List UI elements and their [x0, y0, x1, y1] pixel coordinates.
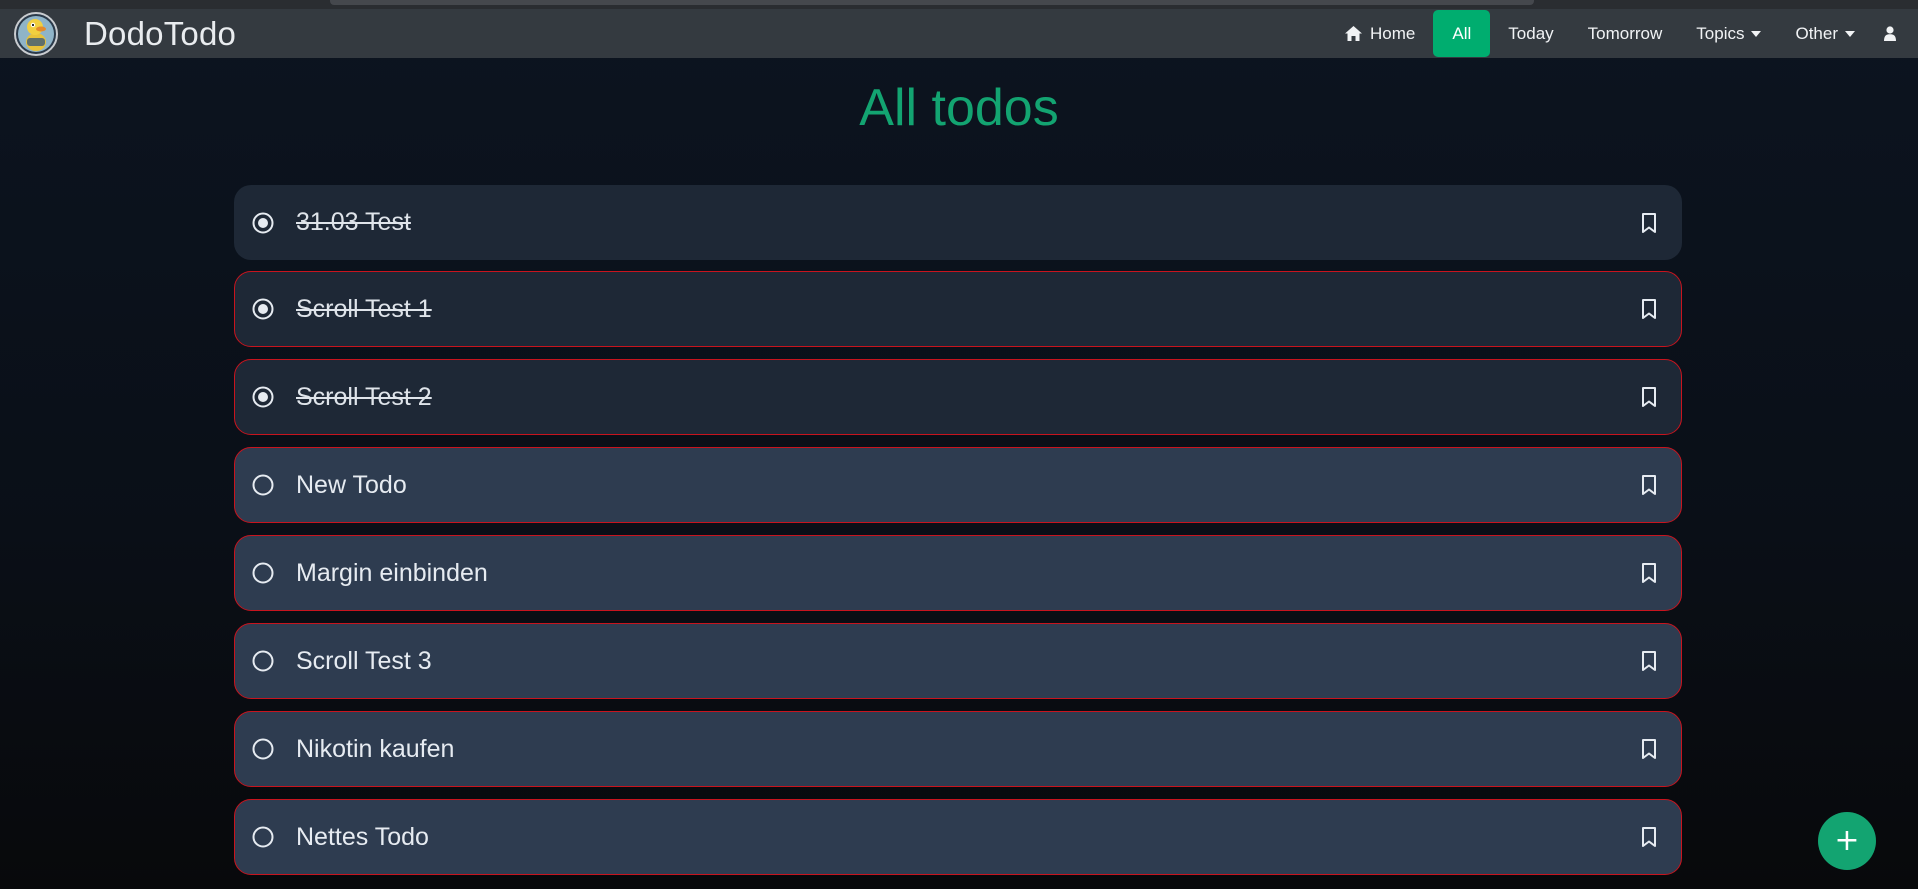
- bookmark-icon[interactable]: [1639, 826, 1659, 848]
- todo-label: Scroll Test 3: [296, 646, 432, 675]
- todo-list: 31.03 Test Scroll Test 1 Scroll Test 2 N…: [234, 185, 1682, 887]
- brand-name[interactable]: DodoTodo: [84, 16, 236, 52]
- radio-unchecked-icon[interactable]: [252, 738, 274, 760]
- todo-item[interactable]: Scroll Test 2: [234, 359, 1682, 435]
- radio-unchecked-icon[interactable]: [252, 650, 274, 672]
- bookmark-icon[interactable]: [1639, 212, 1659, 234]
- todo-item[interactable]: Scroll Test 1: [234, 271, 1682, 347]
- nav-topics-label: Topics: [1696, 23, 1745, 43]
- nav-menu: Home All Today Tomorrow Topics Other: [1328, 9, 1918, 58]
- bookmark-icon[interactable]: [1639, 562, 1659, 584]
- bookmark-icon[interactable]: [1639, 738, 1659, 760]
- radio-checked-icon[interactable]: [252, 212, 274, 234]
- user-menu-button[interactable]: [1872, 10, 1918, 57]
- user-icon: [1884, 26, 1896, 41]
- todo-label: Nettes Todo: [296, 822, 429, 851]
- nav-home-label: Home: [1370, 23, 1416, 43]
- nav-home[interactable]: Home: [1328, 10, 1432, 57]
- nav-other-label: Other: [1795, 23, 1838, 43]
- radio-unchecked-icon[interactable]: [252, 474, 274, 496]
- nav-other-dropdown[interactable]: Other: [1778, 10, 1872, 57]
- caret-down-icon: [1845, 30, 1855, 37]
- radio-checked-icon[interactable]: [252, 386, 274, 408]
- radio-checked-icon[interactable]: [252, 298, 274, 320]
- radio-unchecked-icon[interactable]: [252, 562, 274, 584]
- todo-item[interactable]: Nikotin kaufen: [234, 711, 1682, 787]
- nav-today[interactable]: Today: [1491, 10, 1570, 57]
- todo-label: 31.03 Test: [296, 208, 411, 236]
- bookmark-icon[interactable]: [1639, 298, 1659, 320]
- todo-item[interactable]: Nettes Todo: [234, 799, 1682, 875]
- add-todo-button[interactable]: +: [1818, 812, 1876, 870]
- todo-label: Scroll Test 1: [296, 294, 432, 323]
- nav-tomorrow[interactable]: Tomorrow: [1571, 10, 1680, 57]
- todo-label: New Todo: [296, 470, 407, 499]
- nav-all[interactable]: All: [1433, 10, 1491, 57]
- navbar: DodoTodo Home All Today Tomorrow Topics …: [0, 9, 1918, 58]
- bookmark-icon[interactable]: [1639, 474, 1659, 496]
- todo-item[interactable]: New Todo: [234, 447, 1682, 523]
- todo-item[interactable]: 31.03 Test: [234, 185, 1682, 260]
- browser-top-strip: [0, 0, 1918, 9]
- home-icon: [1345, 26, 1363, 41]
- radio-unchecked-icon[interactable]: [252, 826, 274, 848]
- todo-label: Margin einbinden: [296, 558, 488, 587]
- nav-topics-dropdown[interactable]: Topics: [1679, 10, 1778, 57]
- bookmark-icon[interactable]: [1639, 650, 1659, 672]
- bookmark-icon[interactable]: [1639, 386, 1659, 408]
- page-title: All todos: [859, 79, 1059, 137]
- duck-mascot-icon[interactable]: [14, 12, 58, 56]
- todo-label: Scroll Test 2: [296, 382, 432, 411]
- todo-item[interactable]: Scroll Test 3: [234, 623, 1682, 699]
- todo-item[interactable]: Margin einbinden: [234, 535, 1682, 611]
- caret-down-icon: [1751, 30, 1762, 37]
- browser-url-bar: [330, 0, 1534, 5]
- todo-label: Nikotin kaufen: [296, 734, 455, 763]
